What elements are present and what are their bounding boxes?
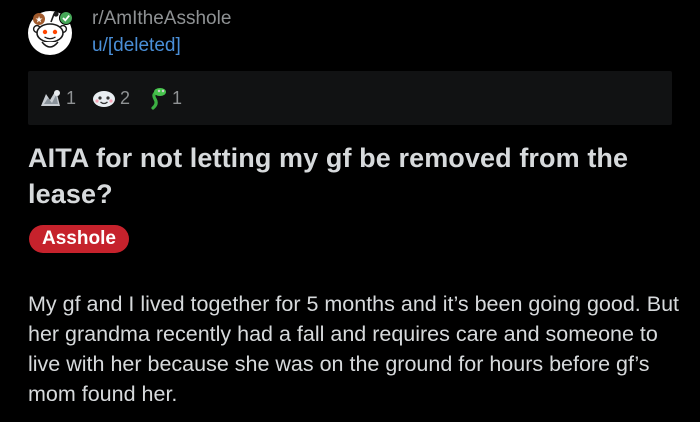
- award-count: 2: [120, 87, 131, 108]
- post-body: My gf and I lived together for 5 months …: [28, 292, 679, 406]
- award-count: 1: [172, 87, 183, 108]
- awards-bar: 1 2 1: [28, 71, 672, 125]
- subreddit-name[interactable]: r/AmItheAsshole: [92, 7, 231, 31]
- silver-award-icon: [41, 90, 60, 106]
- award-count: 1: [66, 87, 77, 108]
- post-meta: r/AmItheAsshole u/[deleted]: [92, 7, 231, 59]
- post-header: ★ r/AmItheAsshole u/[deleted]: [26, 8, 231, 58]
- post-flair-badge[interactable]: Asshole: [29, 225, 129, 253]
- svg-text:★: ★: [35, 15, 43, 25]
- award-silver[interactable]: 1: [38, 86, 76, 110]
- award-wholesome[interactable]: 2: [90, 86, 130, 110]
- snoo-avatar-icon: ★: [28, 11, 73, 55]
- author-username[interactable]: u/[deleted]: [92, 33, 231, 59]
- green-snake-award-icon: [151, 88, 167, 110]
- post-title[interactable]: AITA for not letting my gf be removed fr…: [28, 140, 678, 212]
- subreddit-avatar[interactable]: ★: [26, 7, 78, 59]
- wholesome-award-icon: [93, 91, 116, 107]
- award-green-snake[interactable]: 1: [144, 86, 182, 110]
